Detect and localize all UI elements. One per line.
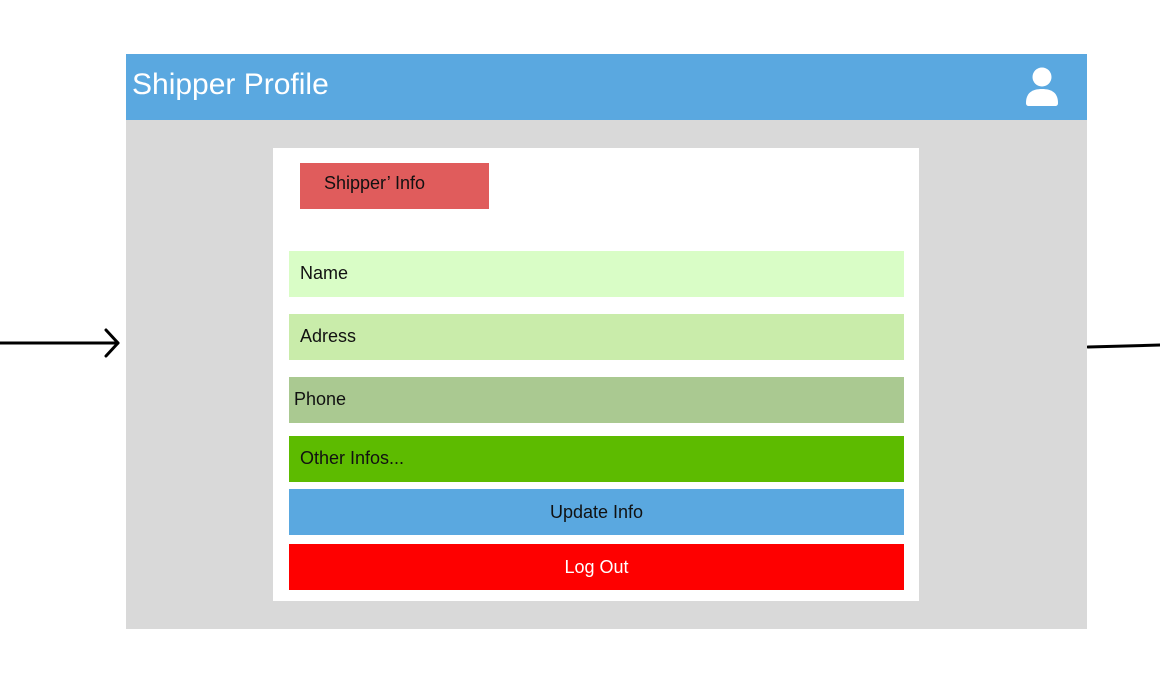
log-out-button[interactable]: Log Out	[289, 544, 904, 590]
phone-field[interactable]: Phone	[289, 377, 904, 423]
name-field[interactable]: Name	[289, 251, 904, 297]
page-title: Shipper Profile	[132, 68, 329, 101]
outgoing-connector-line	[1086, 343, 1160, 349]
shipper-info-panel: Shipper’ Info Name Adress Phone Other In…	[273, 148, 919, 601]
profile-window: Shipper Profile Shipper’ Info Name Adres…	[126, 54, 1087, 629]
section-label-shipper-info: Shipper’ Info	[300, 163, 489, 209]
other-infos-field[interactable]: Other Infos...	[289, 436, 904, 482]
header-bar: Shipper Profile	[126, 54, 1087, 120]
canvas: Shipper Profile Shipper’ Info Name Adres…	[0, 0, 1160, 700]
adress-field[interactable]: Adress	[289, 314, 904, 360]
incoming-arrow-icon	[0, 328, 120, 358]
user-icon[interactable]	[1025, 67, 1059, 107]
update-info-button[interactable]: Update Info	[289, 489, 904, 535]
